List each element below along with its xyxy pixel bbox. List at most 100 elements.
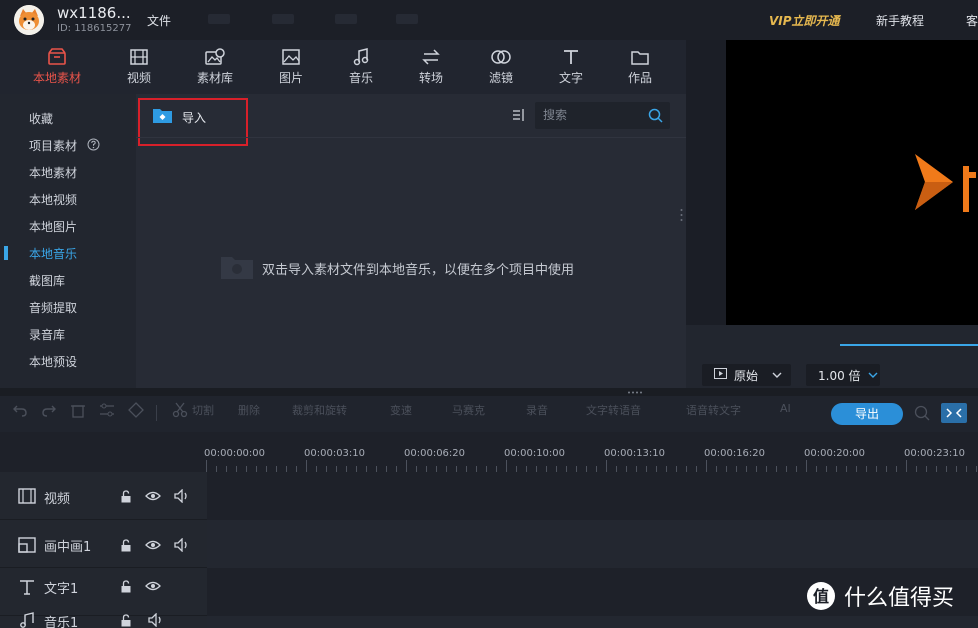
track-lane-video[interactable] xyxy=(207,472,978,520)
annotation-highlight-box xyxy=(138,98,248,146)
mosaic-button[interactable]: 马赛克 xyxy=(452,402,485,418)
search-input[interactable] xyxy=(543,108,643,122)
zoom-icon[interactable] xyxy=(914,405,930,424)
redo-icon xyxy=(42,405,56,417)
remove-button[interactable]: 删除 xyxy=(238,402,260,418)
track-header-text: 文字1 xyxy=(0,568,207,616)
preview-progress-bar[interactable] xyxy=(840,344,978,346)
eye-icon[interactable] xyxy=(145,490,161,505)
sort-icon[interactable] xyxy=(512,108,526,125)
menu-placeholder[interactable] xyxy=(272,14,294,24)
diamond-icon xyxy=(128,402,144,418)
tool-filter[interactable]: 滤镜 xyxy=(469,46,533,86)
fit-timeline-button[interactable] xyxy=(941,403,967,423)
sidebar-item-local-video[interactable]: 本地视频 xyxy=(29,191,77,208)
text-to-speech-button[interactable]: 文字转语音 xyxy=(586,402,641,418)
undo-button[interactable] xyxy=(12,402,32,418)
tool-image[interactable]: 图片 xyxy=(259,46,323,86)
record-button[interactable]: 录音 xyxy=(526,402,548,418)
record-label: 录音 xyxy=(526,404,548,417)
redo-button[interactable] xyxy=(41,402,61,418)
remove-label: 删除 xyxy=(238,404,260,417)
speaker-icon[interactable] xyxy=(174,488,190,506)
tool-local-material[interactable]: 本地素材 xyxy=(25,46,89,86)
tutorial-link[interactable]: 新手教程 xyxy=(876,12,924,29)
menu-placeholder[interactable] xyxy=(335,14,357,24)
empty-hint: 双击导入素材文件到本地音乐，以便在多个项目中使用 xyxy=(262,263,575,278)
ai-label: AI xyxy=(780,402,791,415)
sidebar-item-label: 项目素材 xyxy=(29,139,78,153)
smzdm-logo-icon: 值 xyxy=(807,582,835,610)
sidebar-item-local-music[interactable]: 本地音乐 xyxy=(29,245,77,262)
panel-resize-handle[interactable] xyxy=(680,208,683,222)
sidebar-item-project-material[interactable]: 项目素材 xyxy=(29,137,100,154)
track-lane-music[interactable] xyxy=(207,616,978,628)
ai-button[interactable]: AI xyxy=(780,402,791,415)
crop-rotate-button[interactable]: 裁剪和旋转 xyxy=(292,402,347,418)
text-to-speech-label: 文字转语音 xyxy=(586,404,641,417)
tool-works[interactable]: 作品 xyxy=(608,46,672,86)
lock-icon[interactable] xyxy=(120,614,132,628)
lock-icon[interactable] xyxy=(120,539,132,555)
timecode: 00:00:10:00 xyxy=(504,448,566,459)
help-icon[interactable] xyxy=(87,138,100,154)
sidebar-item-screenshot-library[interactable]: 截图库 xyxy=(29,272,65,289)
chevron-down-icon xyxy=(772,368,782,382)
sidebar-item-local-material[interactable]: 本地素材 xyxy=(29,164,77,181)
speed-select[interactable]: 1.00 倍 xyxy=(806,364,880,386)
keyframe-button[interactable] xyxy=(128,402,148,418)
material-library-icon xyxy=(183,46,247,68)
header-menu-truncated[interactable]: 客 xyxy=(966,12,978,29)
sidebar-item-audio-extract[interactable]: 音频提取 xyxy=(29,299,77,316)
adjust-button[interactable] xyxy=(98,402,120,418)
menu-placeholder[interactable] xyxy=(396,14,418,24)
music-icon xyxy=(329,46,393,68)
search-icon[interactable] xyxy=(648,108,663,126)
tool-video[interactable]: 视频 xyxy=(107,46,171,86)
speaker-icon[interactable] xyxy=(148,612,164,628)
tool-label: 文字 xyxy=(558,71,583,85)
vip-button[interactable]: VIP立即开通 xyxy=(769,12,840,29)
lock-icon[interactable] xyxy=(120,490,132,506)
tool-label: 音乐 xyxy=(348,71,373,85)
menu-placeholder[interactable] xyxy=(208,14,230,24)
eye-icon[interactable] xyxy=(145,580,161,595)
tool-music[interactable]: 音乐 xyxy=(329,46,393,86)
timecode: 00:00:00:00 xyxy=(204,448,266,459)
splitter-bar[interactable] xyxy=(0,388,978,396)
lock-icon[interactable] xyxy=(120,580,132,596)
sidebar-item-local-image[interactable]: 本地图片 xyxy=(29,218,77,235)
search-box[interactable] xyxy=(535,102,670,129)
eye-icon[interactable] xyxy=(145,539,161,554)
track-name: 视频 xyxy=(44,492,71,507)
sidebar-item-recording-library[interactable]: 录音库 xyxy=(29,326,65,343)
aspect-ratio-select[interactable]: 原始 xyxy=(702,364,791,386)
track-lane-pip[interactable] xyxy=(207,520,978,568)
speaker-icon[interactable] xyxy=(174,537,190,555)
tool-text[interactable]: 文字 xyxy=(539,46,603,86)
tool-label: 素材库 xyxy=(196,71,233,85)
tool-transition[interactable]: 转场 xyxy=(399,46,463,86)
menu-file[interactable]: 文件 xyxy=(147,12,171,29)
cut-button[interactable]: 切割 xyxy=(172,402,214,418)
cut-label: 切割 xyxy=(192,404,214,417)
delete-button[interactable] xyxy=(70,402,90,418)
track-header-music: 音乐1 xyxy=(0,610,207,628)
sidebar-item-favorites[interactable]: 收藏 xyxy=(29,110,53,127)
sidebar-item-local-presets[interactable]: 本地预设 xyxy=(29,353,77,370)
timecode: 00:00:16:20 xyxy=(704,448,766,459)
avatar[interactable] xyxy=(14,5,44,35)
username[interactable]: wx1186... xyxy=(57,4,131,22)
tool-label: 本地素材 xyxy=(32,71,81,85)
tool-material-library[interactable]: 素材库 xyxy=(183,46,247,86)
tool-label: 转场 xyxy=(418,71,443,85)
pip-icon xyxy=(18,537,36,556)
track-name: 文字1 xyxy=(44,582,79,597)
watermark-logo-glyph: 值 xyxy=(813,587,829,606)
speed-button[interactable]: 变速 xyxy=(390,402,412,418)
trash-icon xyxy=(71,405,85,418)
timecode: 00:00:13:10 xyxy=(604,448,666,459)
mosaic-label: 马赛克 xyxy=(452,404,485,417)
speech-to-text-button[interactable]: 语音转文字 xyxy=(686,402,741,418)
export-button[interactable]: 导出 xyxy=(831,403,903,425)
